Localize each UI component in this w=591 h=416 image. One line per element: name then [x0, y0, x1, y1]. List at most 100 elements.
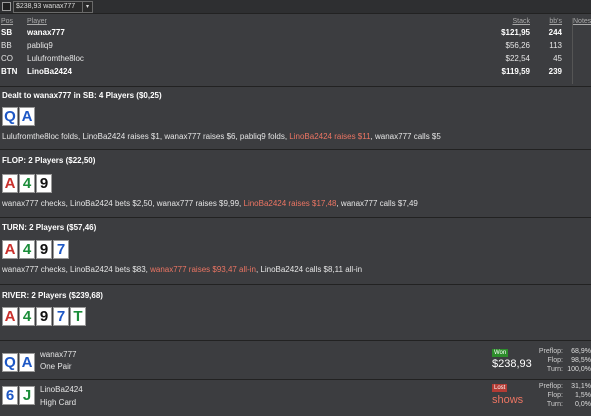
flop-title: FLOP: 2 Players ($22,50) — [2, 156, 96, 165]
table-header: Pos Player Stack bb's Notes — [0, 18, 591, 28]
chevron-down-icon[interactable]: ▾ — [82, 2, 92, 12]
row-bbs: 244 — [548, 28, 562, 37]
won-badge: Won — [492, 349, 509, 357]
playing-card: J — [19, 386, 35, 405]
result-player: LinoBa2424 — [40, 385, 83, 394]
action-text: , wanax777 calls $7,49 — [336, 199, 418, 208]
won-amount: $238,93 — [492, 358, 532, 370]
playing-card: 9 — [36, 240, 52, 259]
playing-card: A — [19, 353, 35, 372]
row-bbs: 113 — [549, 41, 562, 50]
playing-card: 7 — [53, 240, 69, 259]
equity-value: 100,0% — [567, 366, 591, 373]
equity-stats: Preflop: 31,1% Flop: 1,5% Turn: 0,0% — [531, 382, 591, 412]
preflop-title: Dealt to wanax777 in SB: 4 Players ($0,2… — [2, 91, 162, 100]
players-table: Pos Player Stack bb's Notes SB wanax777 … — [0, 18, 591, 80]
playing-card: Q — [2, 353, 18, 372]
playing-card: 4 — [19, 174, 35, 193]
hole-cards: QA — [2, 107, 35, 126]
turn-title: TURN: 2 Players ($57,46) — [2, 223, 97, 232]
row-bbs: 45 — [553, 54, 562, 63]
equity-label: Flop: — [547, 357, 563, 364]
divider — [0, 284, 591, 285]
table-row[interactable]: CO Lulufromthe8loc $22,54 45 — [0, 54, 591, 67]
playing-card: A — [19, 107, 35, 126]
playing-card: A — [2, 174, 18, 193]
preflop-actions: Lulufromthe8loc folds, LinoBa2424 raises… — [2, 132, 441, 141]
row-pos: BB — [1, 41, 12, 50]
playing-card: 4 — [19, 307, 35, 326]
divider — [0, 86, 591, 87]
result-hand: One Pair — [40, 362, 72, 371]
playing-card: 9 — [36, 307, 52, 326]
row-player: Lulufromthe8loc — [27, 54, 84, 63]
action-text: wanax777 checks, LinoBa2424 bets $2,50, … — [2, 199, 244, 208]
action-highlight: LinoBa2424 raises $11 — [289, 132, 371, 141]
turn-cards: A497 — [2, 240, 69, 259]
equity-value: 1,5% — [575, 392, 591, 399]
row-bbs: 239 — [548, 67, 562, 76]
playing-card: 4 — [19, 240, 35, 259]
divider — [0, 149, 591, 150]
select-checkbox[interactable] — [2, 2, 11, 11]
header-bbs[interactable]: bb's — [549, 18, 562, 25]
table-row[interactable]: BB pabliq9 $56,26 113 — [0, 41, 591, 54]
header-stack[interactable]: Stack — [512, 18, 530, 25]
player-cards: QA — [2, 353, 35, 372]
action-text: Lulufromthe8loc folds, LinoBa2424 raises… — [2, 132, 290, 141]
action-text: , wanax777 calls $5 — [370, 132, 441, 141]
equity-value: 68,9% — [571, 348, 591, 355]
playing-card: 7 — [53, 307, 69, 326]
equity-row: Flop: 1,5% — [531, 391, 591, 400]
row-stack: $56,26 — [505, 41, 530, 50]
row-player: pabliq9 — [27, 41, 53, 50]
playing-card: A — [2, 240, 18, 259]
equity-row: Preflop: 31,1% — [531, 382, 591, 391]
column-divider — [572, 18, 573, 84]
toolbar: $238,93 wanax777 ▾ — [0, 0, 591, 14]
header-pos[interactable]: Pos — [1, 18, 13, 25]
header-player[interactable]: Player — [27, 18, 47, 25]
playing-card: Q — [2, 107, 18, 126]
equity-label: Preflop: — [538, 383, 563, 390]
equity-row: Turn: 0,0% — [531, 400, 591, 409]
turn-actions: wanax777 checks, LinoBa2424 bets $83, wa… — [2, 265, 362, 274]
hand-selector[interactable]: $238,93 wanax777 ▾ — [13, 1, 93, 13]
playing-card: T — [70, 307, 86, 326]
lost-badge: Lost — [492, 384, 508, 392]
table-row[interactable]: SB wanax777 $121,95 244 — [0, 28, 591, 41]
equity-value: 31,1% — [571, 383, 591, 390]
result-row: 6J LinoBa2424 High Card Lost shows Prefl… — [0, 380, 591, 416]
result-row: QA wanax777 One Pair Won $238,93 Preflop… — [0, 343, 591, 379]
action-text: , LinoBa2424 calls $8,11 all-in — [255, 265, 363, 274]
action-highlight: wanax777 raises $93,47 all-in — [150, 265, 256, 274]
equity-row: Preflop: 68,9% — [531, 347, 591, 356]
equity-label: Turn: — [546, 401, 563, 408]
shows-label: shows — [492, 394, 524, 406]
flop-actions: wanax777 checks, LinoBa2424 bets $2,50, … — [2, 199, 418, 208]
result-player: wanax777 — [40, 350, 77, 359]
divider — [0, 340, 591, 341]
equity-row: Turn: 100,0% — [531, 365, 591, 374]
equity-value: 0,0% — [575, 401, 591, 408]
header-notes[interactable]: Notes — [573, 18, 591, 25]
playing-card: 6 — [2, 386, 18, 405]
playing-card: A — [2, 307, 18, 326]
action-text: wanax777 checks, LinoBa2424 bets $83, — [2, 265, 151, 274]
equity-value: 98,5% — [571, 357, 591, 364]
row-pos: CO — [1, 54, 13, 63]
row-pos: BTN — [1, 67, 18, 76]
river-title: RIVER: 2 Players ($239,68) — [2, 291, 103, 300]
equity-stats: Preflop: 68,9% Flop: 98,5% Turn: 100,0% — [531, 347, 591, 377]
flop-cards: A49 — [2, 174, 52, 193]
row-stack: $22,54 — [505, 54, 530, 63]
row-player: wanax777 — [27, 28, 65, 37]
table-row[interactable]: BTN LinoBa2424 $119,59 239 — [0, 67, 591, 80]
divider — [0, 217, 591, 218]
row-pos: SB — [1, 28, 13, 37]
action-highlight: LinoBa2424 raises $17,48 — [243, 199, 337, 208]
player-cards: 6J — [2, 386, 35, 405]
river-cards: A497T — [2, 307, 86, 326]
equity-row: Flop: 98,5% — [531, 356, 591, 365]
playing-card: 9 — [36, 174, 52, 193]
